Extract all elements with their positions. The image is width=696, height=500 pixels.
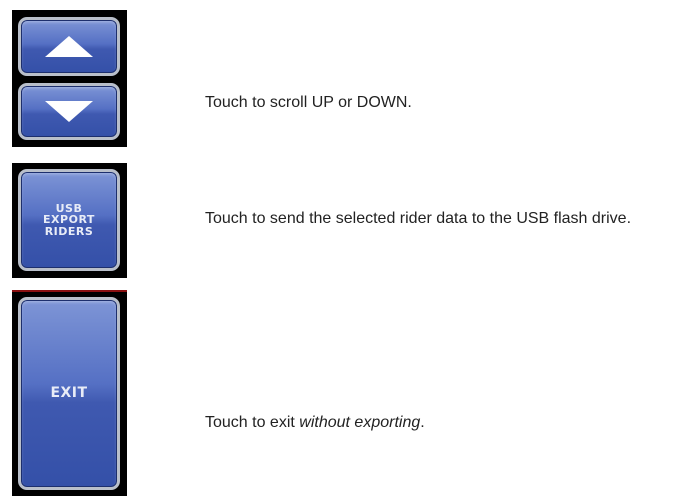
exit-description-emphasis: without exporting xyxy=(299,414,421,431)
usb-export-description-text: Touch to send the selected rider data to… xyxy=(205,210,632,227)
exit-description: Touch to exit without exporting. xyxy=(205,412,665,434)
exit-description-suffix: . xyxy=(420,414,425,431)
exit-panel-top-edge xyxy=(12,290,127,292)
usb-label-line-3: RIDERS xyxy=(44,224,94,238)
scroll-description-text: Touch to scroll UP or DOWN. xyxy=(205,94,412,111)
scroll-down-button[interactable] xyxy=(18,83,120,140)
usb-export-riders-button[interactable]: USB EXPORT RIDERS xyxy=(18,169,120,271)
arrow-down-icon xyxy=(45,101,93,122)
usb-export-riders-label: USB EXPORT RIDERS xyxy=(43,203,95,238)
usb-export-description: Touch to send the selected rider data to… xyxy=(205,208,685,230)
arrow-up-icon xyxy=(45,36,93,57)
exit-button-label: EXIT xyxy=(50,385,88,402)
scroll-description: Touch to scroll UP or DOWN. xyxy=(205,92,665,114)
exit-button[interactable]: EXIT xyxy=(18,297,120,490)
exit-description-prefix: Touch to exit xyxy=(205,414,300,431)
scroll-up-button[interactable] xyxy=(18,17,120,76)
